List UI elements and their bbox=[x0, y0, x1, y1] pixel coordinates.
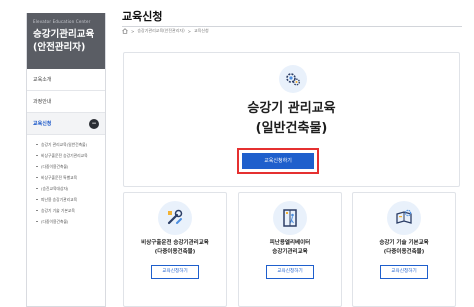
submenu-item[interactable]: 비상구출운전 특별교육 bbox=[27, 172, 105, 183]
course-card: 비상구출운전 승강기관리교육 (다중이용건축물) 교육신청하기 bbox=[123, 192, 227, 307]
book-gear-icon bbox=[387, 201, 421, 235]
featured-title-line1: 승강기 관리교육 bbox=[247, 101, 336, 116]
sidebar-item-label: 교육신청 bbox=[33, 121, 52, 127]
course-title-line2: 승강기관리교육 bbox=[272, 249, 308, 255]
submenu-item[interactable]: (다중이용건축물) bbox=[27, 216, 105, 227]
sidebar-submenu: 승강기 관리교육(일반건축물) 비상구출운전 승강기관리교육 (다중이용건축물)… bbox=[27, 135, 105, 227]
apply-button[interactable]: 교육신청하기 bbox=[151, 265, 199, 279]
sidebar-item-courses[interactable]: 과정안내 bbox=[27, 91, 105, 113]
featured-course-title: 승강기 관리교육 (일반건축물) bbox=[124, 99, 459, 139]
sidebar-item-label: 교육소개 bbox=[33, 77, 52, 83]
course-card: 승강기 기술 기본교육 (다중이용건축물) 교육신청하기 bbox=[352, 192, 456, 307]
highlight-box: 교육신청하기 bbox=[237, 148, 319, 174]
sidebar-title-line1: 승강기관리교육 bbox=[33, 29, 95, 40]
evacuation-elevator-icon bbox=[273, 201, 307, 235]
course-card: 피난용엘리베이터 승강기관리교육 교육신청하기 bbox=[238, 192, 342, 307]
title-divider bbox=[122, 26, 462, 27]
course-card-title: 승강기 기술 기본교육 (다중이용건축물) bbox=[353, 239, 455, 257]
breadcrumb-item: 교육신청 bbox=[194, 28, 209, 33]
sidebar-item-label: 과정안내 bbox=[33, 99, 52, 105]
submenu-item[interactable]: 피난용 승강기관리교육 bbox=[27, 194, 105, 205]
course-title-line1: 피난용엘리베이터 bbox=[269, 240, 311, 246]
course-title-line2: (다중이용건축물) bbox=[154, 249, 196, 255]
breadcrumb-item[interactable]: 승강기관리교육(안전관리자) bbox=[137, 28, 184, 34]
breadcrumb: > 승강기관리교육(안전관리자) > 교육신청 bbox=[122, 28, 209, 34]
page-title: 교육신청 bbox=[122, 10, 163, 23]
elevator-repair-icon bbox=[158, 201, 192, 235]
gear-settings-icon bbox=[279, 65, 307, 93]
home-icon[interactable] bbox=[122, 28, 128, 34]
sidebar-subtitle: Elevator Education Center bbox=[33, 19, 91, 24]
collapse-icon[interactable]: − bbox=[89, 119, 99, 129]
submenu-item[interactable]: (승진교육대상자) bbox=[27, 183, 105, 194]
apply-button[interactable]: 교육신청하기 bbox=[380, 265, 428, 279]
breadcrumb-separator: > bbox=[131, 28, 135, 34]
apply-button[interactable]: 교육신청하기 bbox=[266, 265, 314, 279]
sidebar-item-intro[interactable]: 교육소개 bbox=[27, 69, 105, 91]
course-card-title: 비상구출운전 승강기관리교육 (다중이용건축물) bbox=[124, 239, 226, 257]
sidebar: Elevator Education Center 승강기관리교육 (안전관리자… bbox=[26, 13, 106, 307]
submenu-item[interactable]: 비상구출운전 승강기관리교육 bbox=[27, 150, 105, 161]
course-title-line1: 비상구출운전 승강기관리교육 bbox=[141, 240, 209, 246]
course-card-title: 피난용엘리베이터 승강기관리교육 bbox=[239, 239, 341, 257]
apply-button[interactable]: 교육신청하기 bbox=[242, 153, 314, 169]
sidebar-title-line2: (안전관리자) bbox=[33, 42, 86, 53]
featured-course-card: 승강기 관리교육 (일반건축물) 교육신청하기 bbox=[123, 52, 460, 187]
course-title-line1: 승강기 기술 기본교육 bbox=[379, 240, 429, 246]
sidebar-item-apply[interactable]: 교육신청 − bbox=[27, 113, 105, 135]
sidebar-header: Elevator Education Center 승강기관리교육 (안전관리자… bbox=[27, 13, 105, 69]
submenu-item[interactable]: (다중이용건축물) bbox=[27, 161, 105, 172]
featured-title-line2: (일반건축물) bbox=[255, 121, 328, 136]
submenu-item[interactable]: 승강기 관리교육(일반건축물) bbox=[27, 139, 105, 150]
submenu-item[interactable]: 승강기 기술 기본교육 bbox=[27, 205, 105, 216]
course-title-line2: (다중이용건축물) bbox=[383, 249, 425, 255]
breadcrumb-separator: > bbox=[187, 28, 191, 34]
